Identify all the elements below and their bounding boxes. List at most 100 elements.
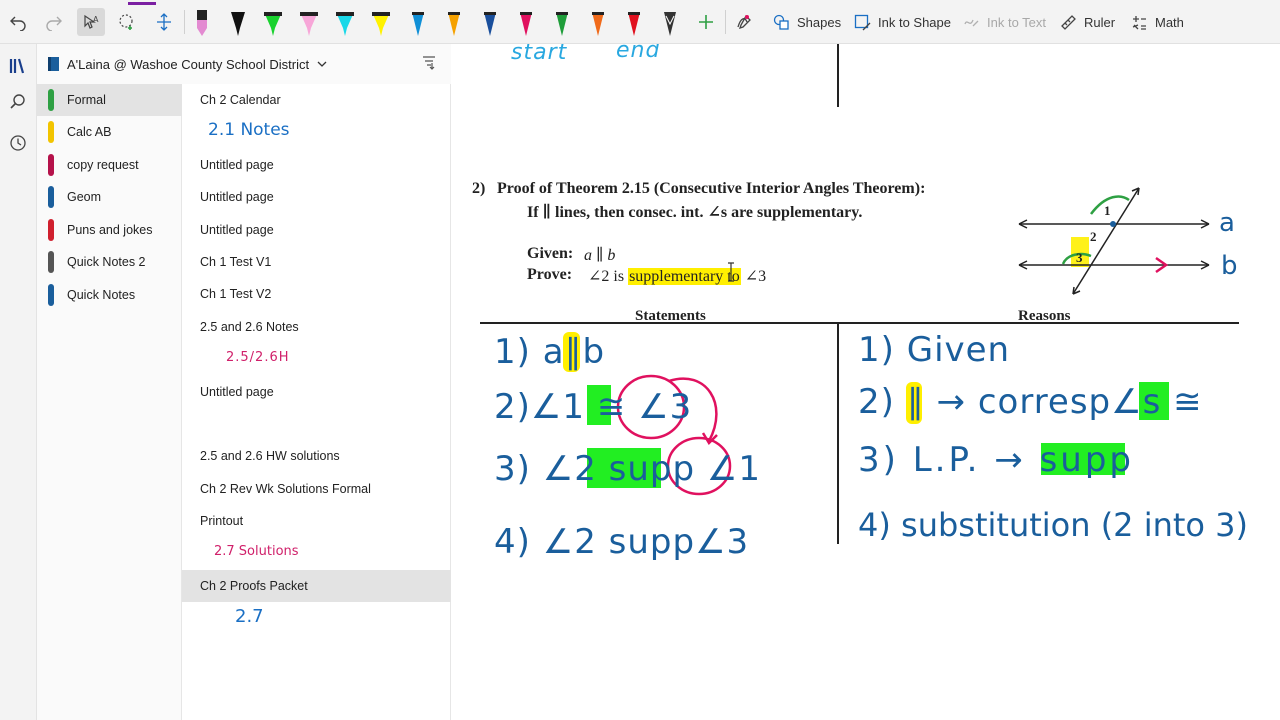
reason-row: 3) L.P. → supp	[858, 440, 1134, 480]
undo-button[interactable]	[4, 8, 32, 36]
ink-to-text-button[interactable]: Ink to Text	[963, 14, 1046, 31]
add-space-icon	[157, 13, 171, 31]
search-button[interactable]	[6, 90, 30, 114]
pen-tool-orange[interactable]	[443, 6, 465, 38]
line-label-b: b	[1221, 251, 1238, 281]
page-item-2-5-2-6-notes[interactable]: 2.5 and 2.6 Notes	[182, 311, 451, 343]
reason-number: 1)	[858, 330, 895, 370]
prove-pre-text: ∠2 is	[588, 268, 625, 285]
pen-tool-green[interactable]	[551, 6, 573, 38]
page-item-ch1-test-v2[interactable]: Ch 1 Test V2	[182, 278, 451, 310]
top-divider-line	[837, 44, 839, 107]
statement-number: 4)	[494, 522, 531, 562]
section-quick-notes[interactable]: Quick Notes	[37, 279, 182, 311]
math-button[interactable]: Math	[1131, 14, 1184, 31]
section-geom[interactable]: Geom	[37, 181, 182, 213]
statement-row: 4) ∠2 supp∠3	[494, 522, 749, 562]
page-title: 2.5 and 2.6 Notes	[200, 320, 299, 334]
ink-replay-button[interactable]	[730, 8, 758, 36]
section-label: Quick Notes	[67, 288, 136, 302]
page-item-printout[interactable]: Printout	[182, 505, 451, 537]
page-item-ch1-test-v1[interactable]: Ch 1 Test V1	[182, 246, 451, 278]
page-title: Untitled page	[200, 190, 274, 204]
angle-label-3: 3	[1076, 250, 1083, 265]
page-title: Ch 2 Proofs Packet	[200, 579, 308, 593]
highlighter-yellow[interactable]	[370, 6, 392, 38]
section-label: Geom	[67, 190, 102, 204]
pen-tool-pink-black[interactable]	[191, 6, 213, 38]
section-color-tab	[48, 284, 54, 306]
pen-tool-magenta[interactable]	[515, 6, 537, 38]
page-item-untitled-2[interactable]: Untitled page	[182, 181, 451, 213]
page-item-rev-wk-solutions[interactable]: Ch 2 Rev Wk Solutions Formal	[182, 473, 451, 505]
section-calc-ab[interactable]: Calc AB	[37, 116, 182, 148]
notebook-selector[interactable]: A'Laina @ Washoe County School District	[37, 44, 451, 84]
statement-row: 3) ∠2 supp ∠1	[494, 449, 761, 489]
table-header-rule	[480, 322, 1239, 324]
page-item-untitled-1[interactable]: Untitled page	[182, 149, 451, 181]
recent-notes-button[interactable]	[6, 131, 30, 155]
add-space-button[interactable]	[150, 8, 178, 36]
prove-post-text: ∠3	[744, 268, 767, 285]
angle-label-2: 2	[1090, 229, 1097, 244]
page-item-hw-solutions[interactable]: 2.5 and 2.6 HW solutions	[182, 440, 451, 472]
page-item-ch2-proofs-packet[interactable]: Ch 2 Proofs Packet	[182, 570, 451, 602]
select-text-icon: A	[84, 14, 99, 29]
pen-tool-orange-red[interactable]	[587, 6, 609, 38]
statement-number: 3)	[494, 449, 531, 489]
section-copy-request[interactable]: copy request	[37, 149, 182, 181]
ink-end-text: end	[616, 44, 661, 63]
pen-tool-navy[interactable]	[479, 6, 501, 38]
reason-row: 4) substitution (2 into 3)	[858, 506, 1248, 544]
statement-text: ∠2 supp ∠1	[542, 449, 761, 489]
pen-tool-black[interactable]	[227, 6, 249, 38]
math-icon	[1132, 16, 1146, 30]
ink-to-text-label: Ink to Text	[987, 15, 1047, 30]
shapes-button[interactable]: Shapes	[773, 14, 841, 31]
angle-label-1: 1	[1104, 203, 1111, 218]
pen-tool-blue[interactable]	[407, 6, 429, 38]
statement-text: a∥b	[542, 332, 606, 372]
page-ink-preview: 2.7 Solutions	[214, 544, 299, 559]
page-canvas[interactable]: start end 2) Proof of Theorem 2.15 (Cons…	[451, 44, 1280, 720]
section-formal[interactable]: Formal	[37, 84, 182, 116]
reason-text: Given	[906, 330, 1011, 370]
section-color-tab	[48, 89, 54, 111]
shapes-icon	[773, 14, 789, 30]
page-item-untitled-4[interactable]: Untitled page	[182, 376, 451, 408]
page-item-untitled-3[interactable]: Untitled page	[182, 214, 451, 246]
type-select-button[interactable]: A	[77, 8, 105, 36]
ruler-button[interactable]: Ruler	[1060, 14, 1115, 31]
section-puns-and-jokes[interactable]: Puns and jokes	[37, 214, 182, 246]
pencil-tool-black[interactable]	[659, 6, 681, 38]
notebook-icon	[48, 57, 59, 71]
notebooks-button[interactable]	[6, 54, 30, 78]
reason-number: 4)	[858, 506, 891, 544]
section-color-tab	[48, 186, 54, 208]
pen-tool-red[interactable]	[623, 6, 645, 38]
add-pen-button[interactable]	[692, 8, 720, 36]
ink-pen-icon	[737, 14, 751, 30]
reason-number: 3)	[858, 440, 899, 480]
redo-button[interactable]	[40, 8, 68, 36]
sort-pages-button[interactable]	[421, 54, 437, 75]
section-quick-notes-2[interactable]: Quick Notes 2	[37, 246, 182, 278]
section-color-tab	[48, 219, 54, 241]
highlighter-pink[interactable]	[298, 6, 320, 38]
lasso-select-button[interactable]	[113, 8, 141, 36]
shapes-label: Shapes	[797, 15, 842, 30]
page-ink-preview: 2.5/2.6H	[226, 350, 290, 365]
ink-to-shape-button[interactable]: Ink to Shape	[854, 14, 951, 31]
math-label: Math	[1155, 15, 1184, 30]
reason-number: 2)	[858, 382, 895, 422]
highlighter-cyan[interactable]	[334, 6, 356, 38]
toolbar-separator	[725, 10, 726, 34]
page-item-ch2-calendar[interactable]: Ch 2 Calendar	[182, 84, 451, 116]
ink-to-text-icon	[964, 19, 979, 27]
page-title: Ch 1 Test V2	[200, 287, 272, 301]
page-title: Untitled page	[200, 158, 274, 172]
reason-text: substitution (2 into 3)	[901, 506, 1249, 544]
highlighter-green[interactable]	[262, 6, 284, 38]
parallel-lines-diagram: 1 2 3 a b	[1018, 187, 1238, 295]
undo-icon	[10, 16, 26, 31]
